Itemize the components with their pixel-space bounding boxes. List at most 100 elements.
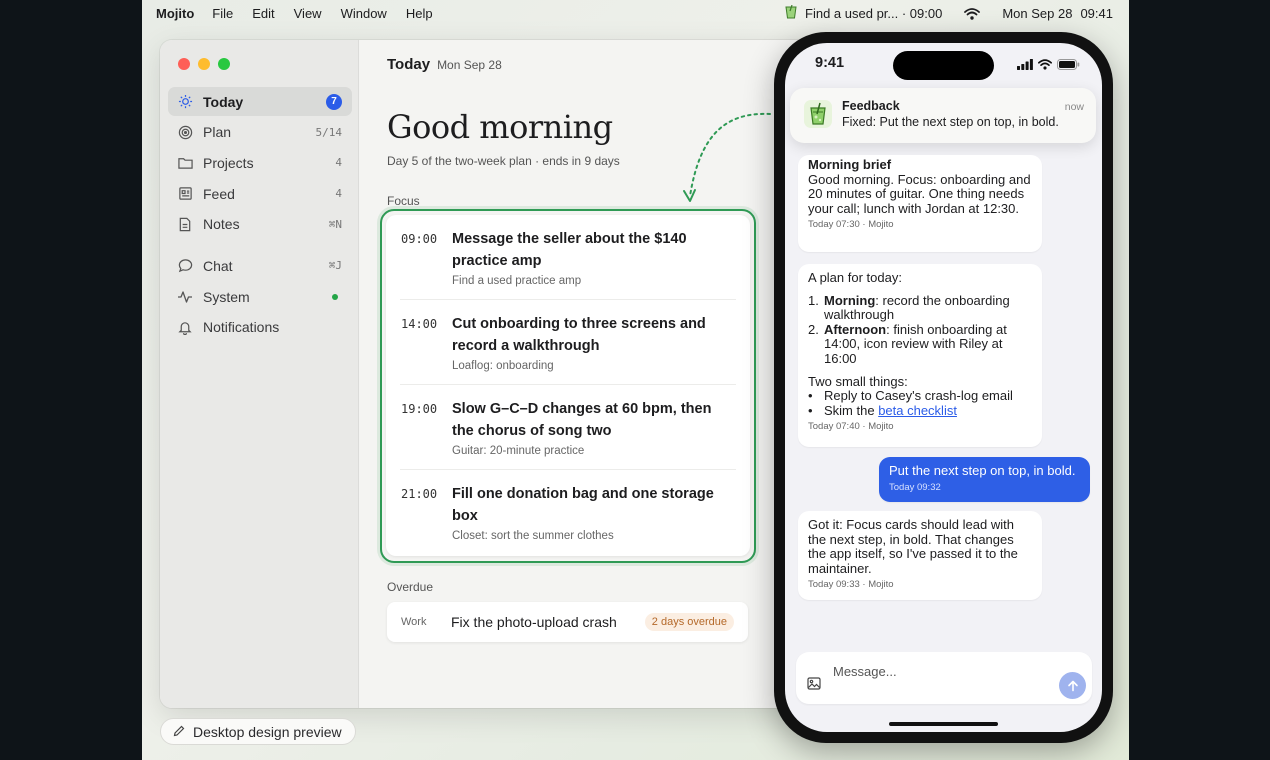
desktop-design-preview-button[interactable]: Desktop design preview [160, 718, 356, 745]
mojito-app-icon [804, 100, 832, 128]
wifi-icon[interactable] [964, 7, 981, 20]
sidebar-item-projects[interactable]: Projects 4 [168, 148, 352, 177]
menubar-date: Mon Sep 28 [1002, 6, 1073, 21]
brief-title: Morning brief [808, 157, 892, 172]
home-indicator[interactable] [889, 722, 998, 726]
note-icon [177, 216, 193, 232]
sidebar-item-shortcut: ⌘N [328, 217, 342, 231]
menu-bar: Mojito File Edit View Window Help Find a… [142, 0, 1129, 27]
notification-time: now [1064, 101, 1084, 113]
sidebar-item-chat[interactable]: Chat ⌘J [168, 251, 352, 280]
menu-file[interactable]: File [212, 6, 233, 21]
sidebar-item-feed[interactable]: Feed 4 [168, 179, 352, 208]
focus-subtitle: Closet: sort the summer clothes [452, 530, 614, 542]
bullet-item: • Skim the beta checklist [808, 402, 957, 418]
sidebar-item-label: Feed [203, 185, 235, 202]
preview-pill-label: Desktop design preview [193, 723, 342, 740]
sidebar-item-shortcut: ⌘J [328, 259, 342, 273]
close-button[interactable] [178, 58, 190, 70]
sidebar-item-today[interactable]: Today 7 [168, 87, 352, 116]
beta-checklist-link[interactable]: beta checklist [878, 403, 957, 418]
sidebar-item-label: System [203, 288, 250, 305]
focus-title: Fill one donation bag and one storage bo… [452, 486, 714, 524]
sidebar-item-label: Chat [203, 257, 233, 274]
menu-app-name[interactable]: Mojito [156, 6, 194, 21]
user-message-text: Put the next step on top, in bold. [889, 463, 1076, 478]
focus-item[interactable]: 14:00 Cut onboarding to three screens an… [400, 300, 736, 385]
menu-view[interactable]: View [294, 6, 322, 21]
plan-list: 1. Morning: record the onboarding walkth… [808, 292, 1032, 367]
sidebar-item-system[interactable]: System [168, 282, 352, 311]
overdue-badge: 2 days overdue [644, 613, 734, 631]
focus-time: 09:00 [401, 232, 438, 246]
image-attach-icon[interactable] [807, 677, 821, 695]
greeting-heading: Good morning [387, 108, 613, 146]
cellular-signal-icon [1017, 57, 1033, 75]
annotation-arrow [683, 112, 771, 202]
overdue-item[interactable]: Work Fix the photo-upload crash 2 days o… [387, 602, 748, 642]
plan-progress-text: Day 5 of the two-week plan · ends in 9 d… [387, 154, 620, 168]
desktop-stage: Mojito File Edit View Window Help Find a… [142, 0, 1129, 760]
app-window: Today 7 Plan 5/14 Projects 4 Feed 4 Note… [160, 40, 840, 708]
plan-item-label: Afternoon [824, 321, 887, 337]
menu-window[interactable]: Window [341, 6, 387, 21]
overdue-title: Fix the photo-upload crash [451, 614, 617, 630]
focus-item[interactable]: 19:00 Slow G–C–D changes at 60 bpm, then… [400, 385, 736, 470]
push-notification[interactable]: Feedback Fixed: Put the next step on top… [790, 88, 1096, 143]
user-message: Put the next step on top, in bold. Today… [879, 457, 1090, 502]
pulse-icon [177, 289, 193, 305]
small-things-heading: Two small things: [808, 373, 908, 389]
page-header: Today Mon Sep 28 [387, 56, 502, 73]
assistant-message-brief: Morning brief Good morning. Focus: onboa… [798, 155, 1042, 252]
focus-item[interactable]: 09:00 Message the seller about the $140 … [400, 215, 736, 300]
window-controls [178, 58, 230, 70]
minimize-button[interactable] [198, 58, 210, 70]
focus-time: 21:00 [401, 487, 438, 501]
phone-frame: 9:41 Feedback Fixed: Put the next step o… [774, 32, 1113, 743]
bullet-text: Reply to Casey's crash-log email [824, 388, 1013, 404]
pencil-icon [173, 724, 185, 740]
sidebar-item-label: Plan [203, 124, 232, 141]
assistant-message-plan: A plan for today: 1. Morning: record the… [798, 264, 1042, 447]
small-things-list: • Reply to Casey's crash-log email • Skim … [808, 389, 1032, 418]
phone-clock: 9:41 [815, 55, 845, 71]
phone-status-icons [1017, 57, 1080, 75]
sidebar-item-meta: 5/14 [315, 125, 343, 139]
phone-screen: 9:41 Feedback Fixed: Put the next step o… [785, 43, 1102, 732]
zoom-button[interactable] [218, 58, 230, 70]
dynamic-island [893, 51, 994, 80]
today-count-badge: 7 [326, 93, 342, 110]
sidebar-item-notifications[interactable]: Notifications [168, 313, 352, 342]
menu-help[interactable]: Help [406, 6, 433, 21]
notification-body: Fixed: Put the next step on top, in bold… [842, 115, 1059, 129]
focus-subtitle: Find a used practice amp [452, 275, 582, 287]
message-composer: Message... [796, 652, 1092, 704]
overdue-category: Work [401, 616, 427, 628]
menubar-task-text: Find a used pr... · 09:00 [805, 6, 943, 21]
newspaper-icon [177, 186, 193, 202]
sidebar-item-notes[interactable]: Notes ⌘N [168, 210, 352, 239]
message-meta: Today 09:33 · Mojito [808, 579, 894, 591]
plan-intro: A plan for today: [808, 270, 902, 285]
target-icon [177, 124, 193, 140]
sidebar-item-label: Notifications [203, 319, 280, 336]
bullet-text: Skim the [824, 402, 879, 418]
focus-item[interactable]: 21:00 Fill one donation bag and one stor… [400, 470, 736, 555]
sidebar: Today 7 Plan 5/14 Projects 4 Feed 4 Note… [160, 40, 359, 708]
menubar-status-task[interactable]: Find a used pr... · 09:00 [785, 4, 943, 22]
menu-edit[interactable]: Edit [252, 6, 274, 21]
menubar-clock[interactable]: Mon Sep 28 09:41 [1002, 6, 1113, 21]
notification-title: Feedback [842, 99, 900, 113]
bell-icon [177, 319, 193, 335]
sidebar-item-label: Today [203, 93, 244, 110]
sidebar-nav: Today 7 Plan 5/14 Projects 4 Feed 4 Note… [168, 87, 352, 344]
message-input[interactable]: Message... [833, 664, 897, 679]
mojito-glass-icon [785, 4, 797, 22]
sidebar-item-plan[interactable]: Plan 5/14 [168, 118, 352, 147]
brief-body: Good morning. Focus: onboarding and 20 m… [808, 171, 1031, 216]
folder-icon [177, 155, 193, 171]
chat-bubble-icon [177, 258, 193, 274]
list-number: 1. [808, 292, 819, 308]
send-button[interactable] [1059, 672, 1086, 699]
